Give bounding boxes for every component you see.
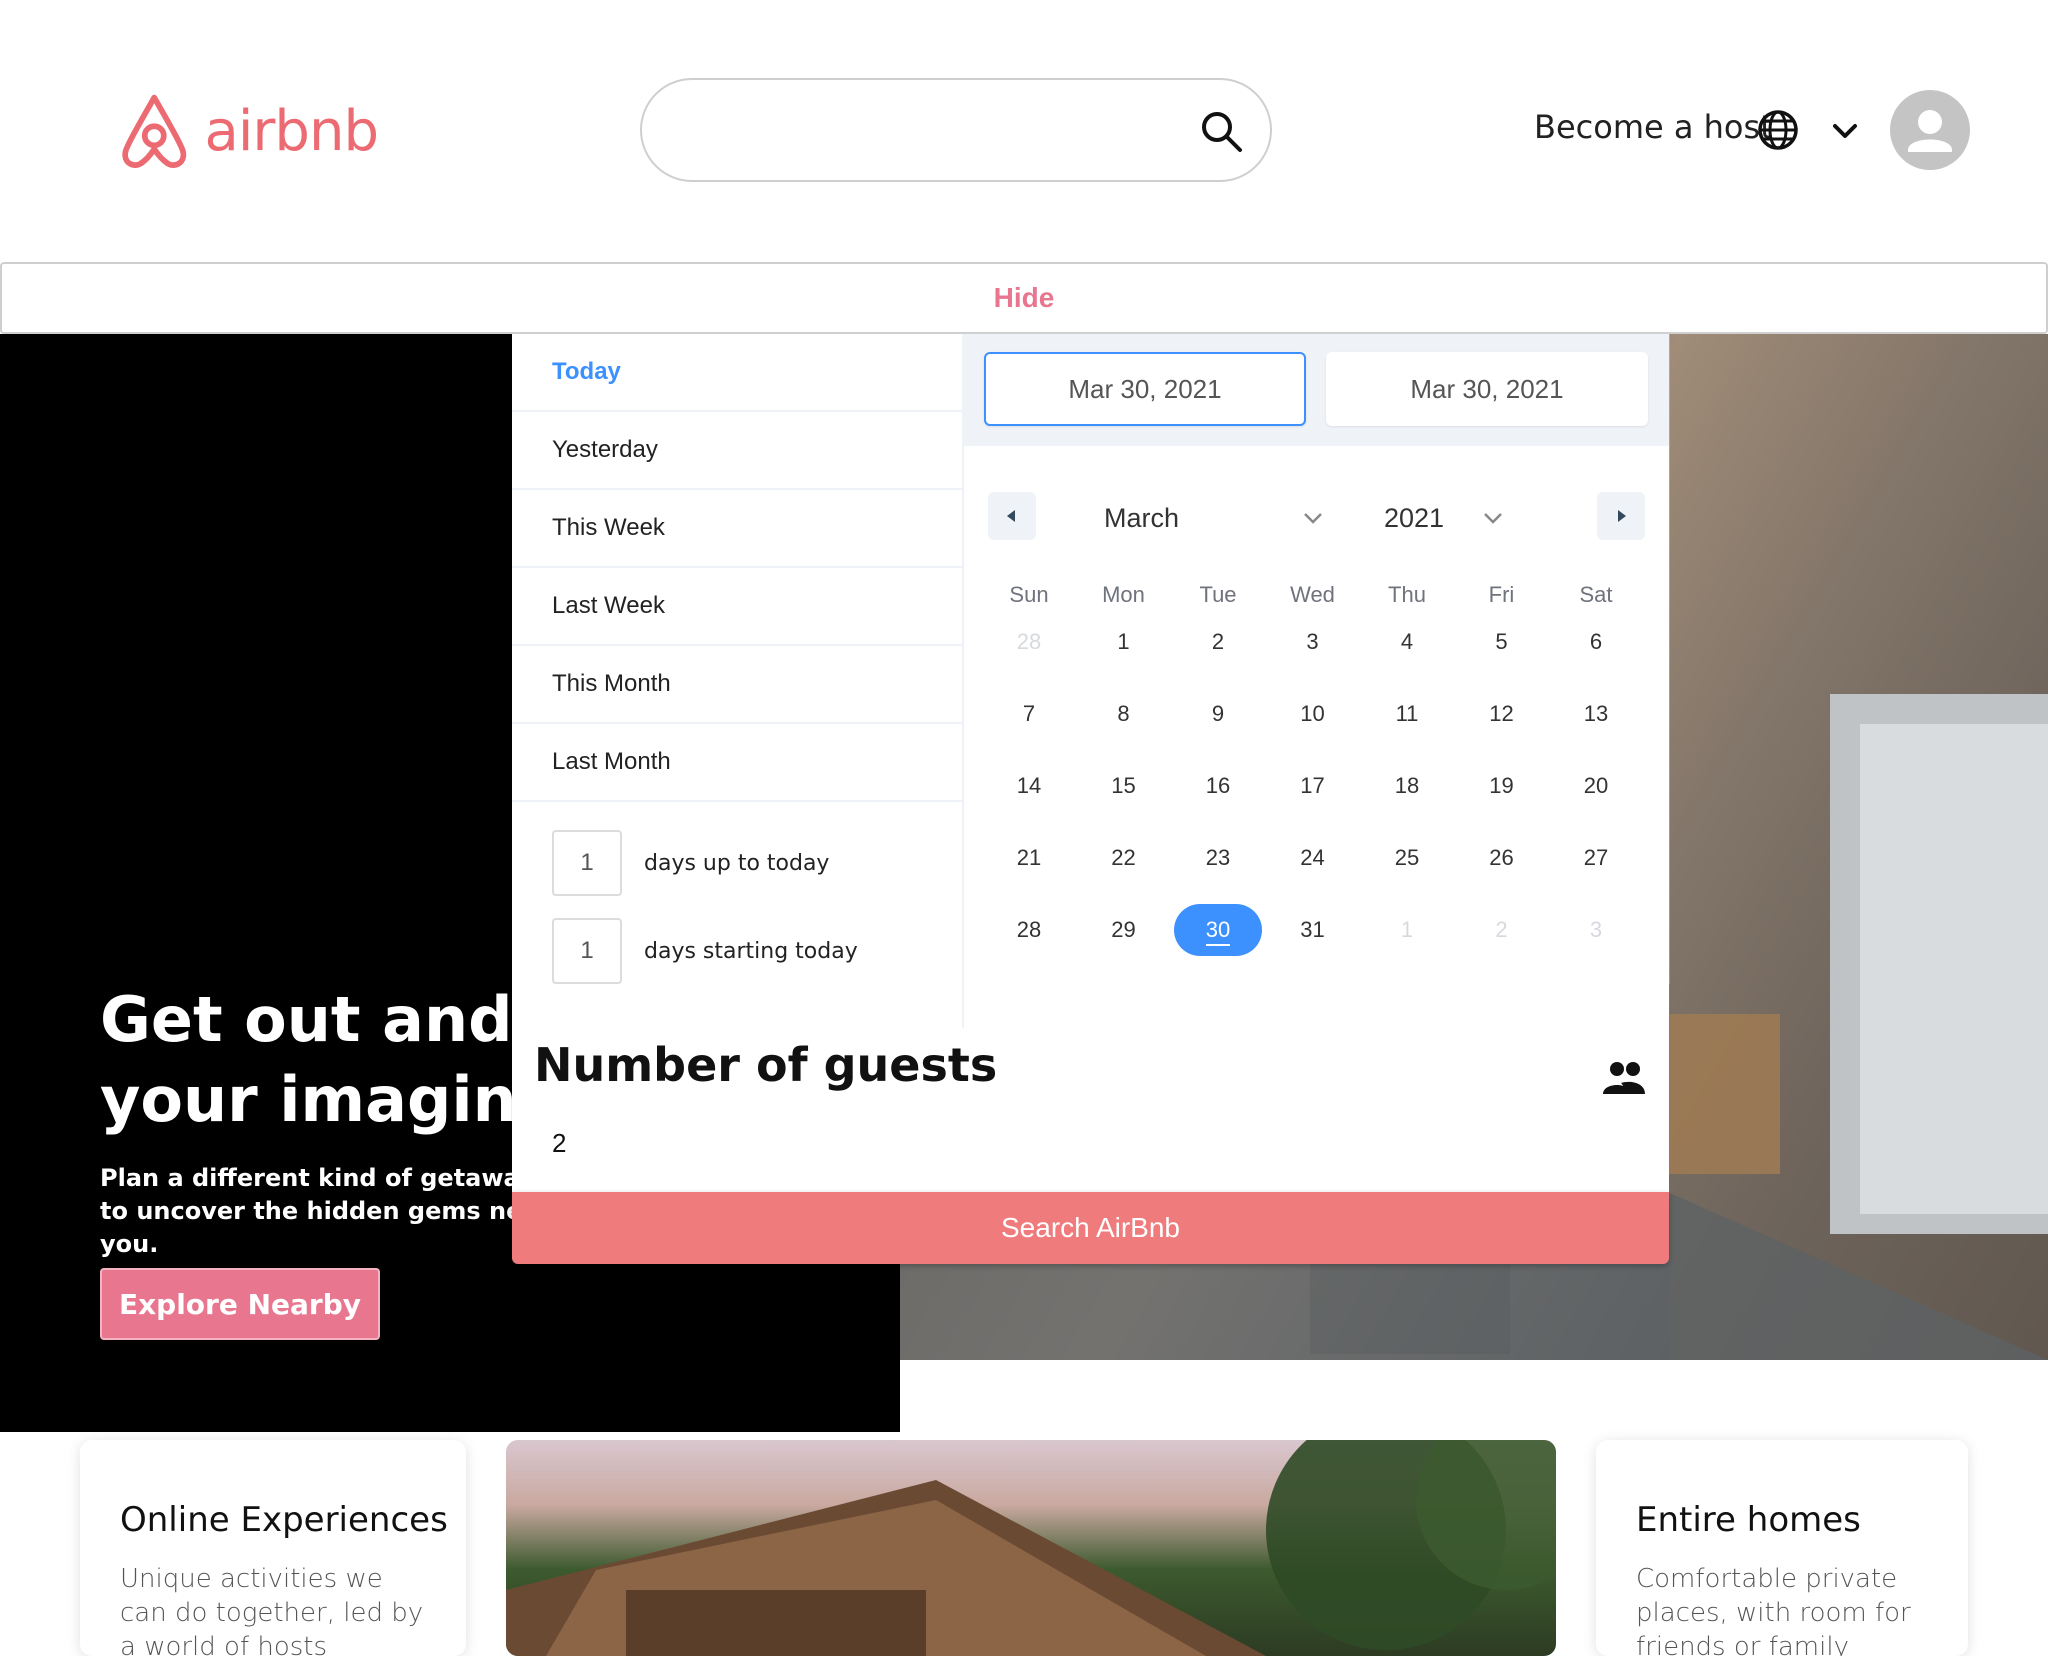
calendar-day[interactable]: 29	[1080, 904, 1168, 956]
date-display: Mar 30, 2021 Mar 30, 2021	[964, 334, 1669, 446]
calendar-day[interactable]: 10	[1269, 688, 1357, 740]
calendar-day[interactable]: 1	[1080, 616, 1168, 668]
weekday-label: Tue	[1199, 582, 1237, 607]
calendar-day[interactable]: 28	[985, 616, 1073, 668]
house-photo-card[interactable]	[506, 1440, 1556, 1656]
days-starting-today-row: days starting today	[552, 918, 952, 984]
year-select[interactable]: 2021	[1384, 498, 1504, 538]
card-description: Unique activities we can do together, le…	[120, 1564, 424, 1656]
calendar-day[interactable]: 22	[1080, 832, 1168, 884]
chevron-down-icon	[1484, 513, 1502, 524]
calendar-day[interactable]: 9	[1174, 688, 1262, 740]
house-illustration	[506, 1440, 1556, 1656]
guests-count[interactable]: 2	[552, 1128, 566, 1159]
calendar-day[interactable]: 28	[985, 904, 1073, 956]
range-yesterday[interactable]: Yesterday	[512, 412, 964, 490]
hide-label: Hide	[993, 282, 1055, 313]
year-label: 2021	[1384, 502, 1445, 533]
calendar-day[interactable]: 13	[1552, 688, 1640, 740]
become-host-link[interactable]: Become a host	[1534, 108, 1773, 146]
calendar-day[interactable]: 2	[1174, 616, 1262, 668]
calendar-day[interactable]: 12	[1458, 688, 1546, 740]
calendar-day[interactable]: 19	[1458, 760, 1546, 812]
range-last-week[interactable]: Last Week	[512, 568, 964, 646]
calendar-day[interactable]: 24	[1269, 832, 1357, 884]
weekday-label: Sun	[1009, 582, 1049, 607]
end-date-field[interactable]: Mar 30, 2021	[1326, 352, 1648, 426]
hero-subtitle: Plan a different kind of getaway to unco…	[100, 1164, 551, 1258]
calendar-day[interactable]: 27	[1552, 832, 1640, 884]
caret-right-icon	[1618, 510, 1626, 522]
airbnb-logo-icon	[122, 94, 187, 168]
card-title: Entire homes	[1636, 1500, 1861, 1540]
calendar-day[interactable]: 23	[1174, 832, 1262, 884]
explore-nearby-button[interactable]: Explore Nearby	[100, 1268, 380, 1340]
calendar-day[interactable]: 3	[1552, 904, 1640, 956]
chevron-down-icon[interactable]	[1830, 116, 1860, 146]
range-this-month[interactable]: This Month	[512, 646, 964, 724]
days-up-to-today-input[interactable]	[552, 830, 622, 896]
range-this-week[interactable]: This Week	[512, 490, 964, 568]
hide-button[interactable]: Hide	[0, 262, 2048, 334]
logo-text: airbnb	[204, 98, 379, 164]
calendar-day[interactable]: 4	[1363, 616, 1451, 668]
calendar-day[interactable]: 14	[985, 760, 1073, 812]
weekday-label: Thu	[1388, 582, 1426, 607]
search-icon[interactable]	[1198, 108, 1244, 154]
calendar: Mar 30, 2021 Mar 30, 2021 March 2021 Sun…	[964, 334, 1669, 1028]
range-today[interactable]: Today	[512, 334, 964, 412]
range-last-month[interactable]: Last Month	[512, 724, 964, 802]
entire-homes-card[interactable]: Entire homes Comfortable private places,…	[1596, 1440, 1968, 1656]
calendar-day[interactable]: 16	[1174, 760, 1262, 812]
date-range-picker: Today Yesterday This Week Last Week This…	[512, 334, 1669, 1028]
calendar-day[interactable]: 15	[1080, 760, 1168, 812]
search-bar[interactable]	[640, 78, 1272, 182]
start-date-field[interactable]: Mar 30, 2021	[984, 352, 1306, 426]
days-up-to-today-label: days up to today	[644, 850, 830, 876]
calendar-day[interactable]: 30	[1174, 904, 1262, 956]
calendar-day[interactable]: 17	[1269, 760, 1357, 812]
calendar-day[interactable]: 5	[1458, 616, 1546, 668]
chevron-down-icon	[1304, 513, 1322, 524]
user-icon	[1908, 110, 1952, 152]
online-experiences-card[interactable]: Online Experiences Unique activities we …	[80, 1440, 466, 1656]
card-description: Comfortable private places, with room fo…	[1636, 1564, 1911, 1656]
days-up-to-today-row: days up to today	[552, 830, 952, 896]
calendar-day[interactable]: 18	[1363, 760, 1451, 812]
avatar[interactable]	[1890, 90, 1970, 170]
search-airbnb-button[interactable]: Search AirBnb	[512, 1192, 1669, 1264]
weekday-label: Fri	[1488, 582, 1515, 607]
prev-month-button[interactable]	[988, 492, 1036, 540]
static-ranges: Today Yesterday This Week Last Week This…	[512, 334, 964, 1028]
calendar-day[interactable]: 6	[1552, 616, 1640, 668]
search-input[interactable]	[672, 100, 1192, 160]
calendar-day[interactable]: 21	[985, 832, 1073, 884]
card-title: Online Experiences	[120, 1500, 448, 1540]
month-select[interactable]: March	[1104, 498, 1324, 538]
weekday-label: Sat	[1579, 582, 1613, 607]
calendar-day[interactable]: 1	[1363, 904, 1451, 956]
guests-title: Number of guests	[534, 1038, 998, 1092]
guests-panel: Number of guests 2	[512, 1028, 1669, 1192]
calendar-day[interactable]: 8	[1080, 688, 1168, 740]
calendar-day[interactable]: 20	[1552, 760, 1640, 812]
globe-icon[interactable]	[1756, 108, 1800, 152]
calendar-day[interactable]: 25	[1363, 832, 1451, 884]
month-label: March	[1104, 502, 1180, 533]
caret-left-icon	[1007, 510, 1015, 522]
people-icon	[1603, 1062, 1645, 1094]
days-starting-today-input[interactable]	[552, 918, 622, 984]
calendar-day[interactable]: 3	[1269, 616, 1357, 668]
weekday-label: Mon	[1102, 582, 1145, 607]
calendar-day[interactable]: 7	[985, 688, 1073, 740]
airbnb-logo[interactable]: airbnb	[118, 88, 379, 174]
calendar-day[interactable]: 31	[1269, 904, 1357, 956]
calendar-day[interactable]: 11	[1363, 688, 1451, 740]
next-month-button[interactable]	[1597, 492, 1645, 540]
days-starting-today-label: days starting today	[644, 938, 858, 964]
calendar-day[interactable]: 26	[1458, 832, 1546, 884]
calendar-day[interactable]: 2	[1458, 904, 1546, 956]
weekday-label: Wed	[1290, 582, 1335, 607]
